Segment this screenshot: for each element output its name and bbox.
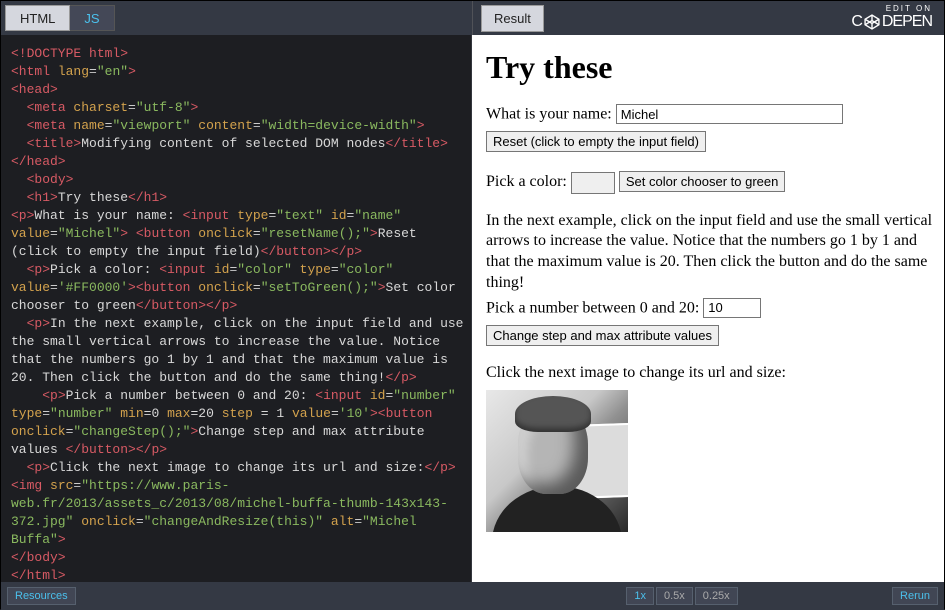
- number-input[interactable]: [703, 298, 761, 318]
- name-label: What is your name:: [486, 106, 616, 123]
- portrait-image[interactable]: [486, 390, 628, 532]
- description-text: In the next example, click on the input …: [486, 211, 934, 294]
- page-title: Try these: [486, 49, 934, 86]
- main-split: <!DOCTYPE html> <html lang="en"> <head> …: [1, 35, 944, 582]
- number-block: Pick a number between 0 and 20: Change s…: [486, 298, 934, 346]
- bottom-bar: Resources 1x 0.5x 0.25x Rerun: [1, 582, 944, 610]
- tab-result[interactable]: Result: [481, 5, 544, 32]
- edit-on-label: EDIT ON: [851, 5, 932, 13]
- tab-js[interactable]: JS: [70, 5, 114, 31]
- result-tabs: Result EDIT ON C DEPEN: [473, 1, 944, 35]
- rerun-button[interactable]: Rerun: [892, 587, 938, 605]
- code-editor[interactable]: <!DOCTYPE html> <html lang="en"> <head> …: [1, 35, 472, 582]
- color-input[interactable]: [571, 172, 615, 194]
- color-label: Pick a color:: [486, 173, 571, 190]
- name-input[interactable]: [616, 104, 843, 124]
- color-block: Pick a color: Set color chooser to green: [486, 169, 934, 193]
- reset-button[interactable]: Reset (click to empty the input field): [486, 131, 706, 152]
- zoom-05x-button[interactable]: 0.5x: [656, 587, 693, 605]
- name-block: What is your name: Reset (click to empty…: [486, 104, 934, 152]
- zoom-controls: 1x 0.5x 0.25x: [626, 587, 737, 605]
- set-color-button[interactable]: Set color chooser to green: [619, 171, 785, 192]
- codepen-brand[interactable]: EDIT ON C DEPEN: [851, 5, 932, 31]
- codepen-cube-icon: [863, 13, 881, 31]
- resources-button[interactable]: Resources: [7, 587, 76, 605]
- change-step-button[interactable]: Change step and max attribute values: [486, 325, 719, 346]
- result-pane: Try these What is your name: Reset (clic…: [472, 35, 944, 582]
- zoom-1x-button[interactable]: 1x: [626, 587, 654, 605]
- zoom-025x-button[interactable]: 0.25x: [695, 587, 738, 605]
- editor-tabs: HTML JS: [1, 1, 473, 35]
- tab-html[interactable]: HTML: [5, 5, 70, 31]
- image-label: Click the next image to change its url a…: [486, 363, 934, 384]
- codepen-logo: C DEPEN: [851, 13, 932, 31]
- number-label: Pick a number between 0 and 20:: [486, 299, 703, 316]
- top-bar: HTML JS Result EDIT ON C DEPEN: [1, 1, 944, 35]
